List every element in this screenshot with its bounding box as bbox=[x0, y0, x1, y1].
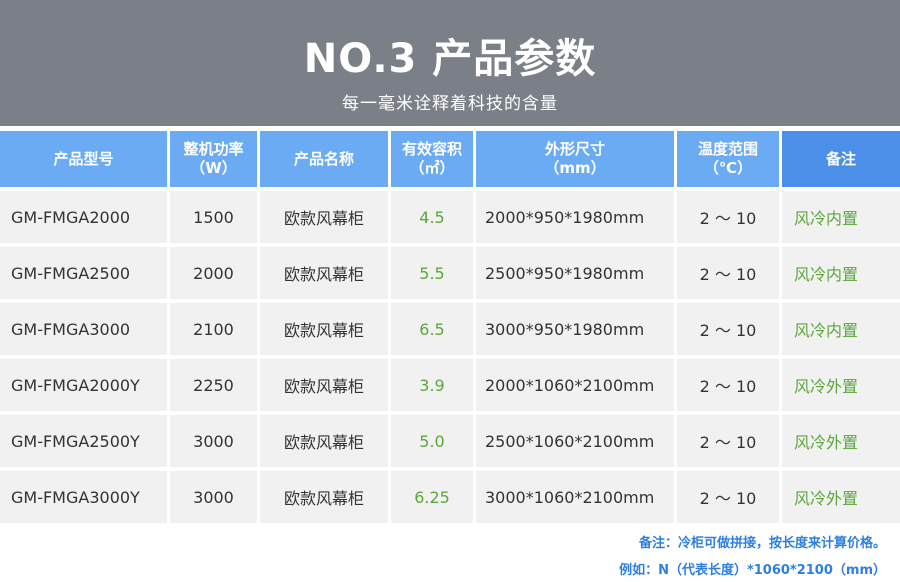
header-label: 整机功率 bbox=[183, 140, 244, 158]
footnote-line-2: 例如：N（代表长度）*1060*2100（mm） bbox=[619, 563, 886, 578]
cell-volume: 6.25 bbox=[391, 471, 473, 523]
cell-temp: 2 ～ 10 bbox=[677, 415, 779, 467]
header-temp: 温度范围 （℃） bbox=[677, 131, 779, 187]
cell-volume: 5.5 bbox=[391, 247, 473, 299]
table-row: GM-FMGA2500 2000 欧款风幕柜 5.5 2500*950*1980… bbox=[0, 247, 900, 299]
header-size: 外形尺寸 （mm） bbox=[476, 131, 674, 187]
cell-name: 欧款风幕柜 bbox=[260, 471, 388, 523]
cell-power: 2100 bbox=[170, 303, 257, 355]
cell-power: 3000 bbox=[170, 415, 257, 467]
header-label: 备注 bbox=[825, 149, 856, 168]
cell-name: 欧款风幕柜 bbox=[260, 303, 388, 355]
cell-model: GM-FMGA2000 bbox=[0, 191, 167, 243]
header-label: 外形尺寸 bbox=[544, 140, 605, 158]
cell-note: 风冷外置 bbox=[782, 359, 900, 411]
cell-note: 风冷内置 bbox=[782, 191, 900, 243]
cell-note: 风冷内置 bbox=[782, 247, 900, 299]
table-row: GM-FMGA2000Y 2250 欧款风幕柜 3.9 2000*1060*21… bbox=[0, 359, 900, 411]
header-power: 整机功率 （W） bbox=[170, 131, 257, 187]
cell-volume: 6.5 bbox=[391, 303, 473, 355]
cell-model: GM-FMGA2000Y bbox=[0, 359, 167, 411]
header-label: 产品名称 bbox=[293, 149, 354, 168]
cell-size: 2000*950*1980mm bbox=[476, 191, 674, 243]
cell-size: 2500*1060*2100mm bbox=[476, 415, 674, 467]
cell-temp: 2 ～ 10 bbox=[677, 247, 779, 299]
cell-power: 2000 bbox=[170, 247, 257, 299]
header-unit: （℃） bbox=[703, 159, 753, 177]
table-row: GM-FMGA2500Y 3000 欧款风幕柜 5.0 2500*1060*21… bbox=[0, 415, 900, 467]
cell-size: 3000*1060*2100mm bbox=[476, 471, 674, 523]
cell-volume: 4.5 bbox=[391, 191, 473, 243]
table-row: GM-FMGA3000 2100 欧款风幕柜 6.5 3000*950*1980… bbox=[0, 303, 900, 355]
cell-note: 风冷外置 bbox=[782, 415, 900, 467]
spec-table: 产品型号 整机功率 （W） 产品名称 有效容积 （㎡） 外形尺寸 （mm） 温度… bbox=[0, 131, 900, 523]
header-label: 温度范围 bbox=[697, 140, 758, 158]
cell-name: 欧款风幕柜 bbox=[260, 359, 388, 411]
cell-note: 风冷内置 bbox=[782, 303, 900, 355]
cell-temp: 2 ～ 10 bbox=[677, 191, 779, 243]
table-row: GM-FMGA2000 1500 欧款风幕柜 4.5 2000*950*1980… bbox=[0, 191, 900, 243]
cell-model: GM-FMGA3000 bbox=[0, 303, 167, 355]
cell-name: 欧款风幕柜 bbox=[260, 415, 388, 467]
cell-size: 3000*950*1980mm bbox=[476, 303, 674, 355]
table-row: GM-FMGA3000Y 3000 欧款风幕柜 6.25 3000*1060*2… bbox=[0, 471, 900, 523]
cell-name: 欧款风幕柜 bbox=[260, 191, 388, 243]
cell-temp: 2 ～ 10 bbox=[677, 359, 779, 411]
footnote-line-1: 备注：冷柜可做拼接，按长度来计算价格。 bbox=[638, 536, 886, 551]
header-label: 产品型号 bbox=[53, 149, 114, 168]
cell-temp: 2 ～ 10 bbox=[677, 471, 779, 523]
cell-volume: 5.0 bbox=[391, 415, 473, 467]
header-unit: （mm） bbox=[544, 159, 606, 177]
cell-size: 2000*1060*2100mm bbox=[476, 359, 674, 411]
cell-volume: 3.9 bbox=[391, 359, 473, 411]
table-header-row: 产品型号 整机功率 （W） 产品名称 有效容积 （㎡） 外形尺寸 （mm） 温度… bbox=[0, 131, 900, 187]
cell-model: GM-FMGA3000Y bbox=[0, 471, 167, 523]
header-unit: （㎡） bbox=[409, 159, 455, 177]
header-label: 有效容积 bbox=[401, 140, 462, 158]
cell-power: 2250 bbox=[170, 359, 257, 411]
cell-size: 2500*950*1980mm bbox=[476, 247, 674, 299]
cell-power: 3000 bbox=[170, 471, 257, 523]
header-unit: （W） bbox=[190, 159, 237, 177]
cell-note: 风冷外置 bbox=[782, 471, 900, 523]
header-note: 备注 bbox=[782, 131, 900, 187]
cell-model: GM-FMGA2500Y bbox=[0, 415, 167, 467]
page-subtitle: 每一毫米诠释着科技的含量 bbox=[342, 94, 558, 114]
banner: NO.3 产品参数 每一毫米诠释着科技的含量 bbox=[0, 0, 900, 126]
header-name: 产品名称 bbox=[260, 131, 388, 187]
cell-power: 1500 bbox=[170, 191, 257, 243]
header-model: 产品型号 bbox=[0, 131, 167, 187]
cell-temp: 2 ～ 10 bbox=[677, 303, 779, 355]
page-title: NO.3 产品参数 bbox=[303, 36, 597, 82]
header-volume: 有效容积 （㎡） bbox=[391, 131, 473, 187]
cell-name: 欧款风幕柜 bbox=[260, 247, 388, 299]
cell-model: GM-FMGA2500 bbox=[0, 247, 167, 299]
